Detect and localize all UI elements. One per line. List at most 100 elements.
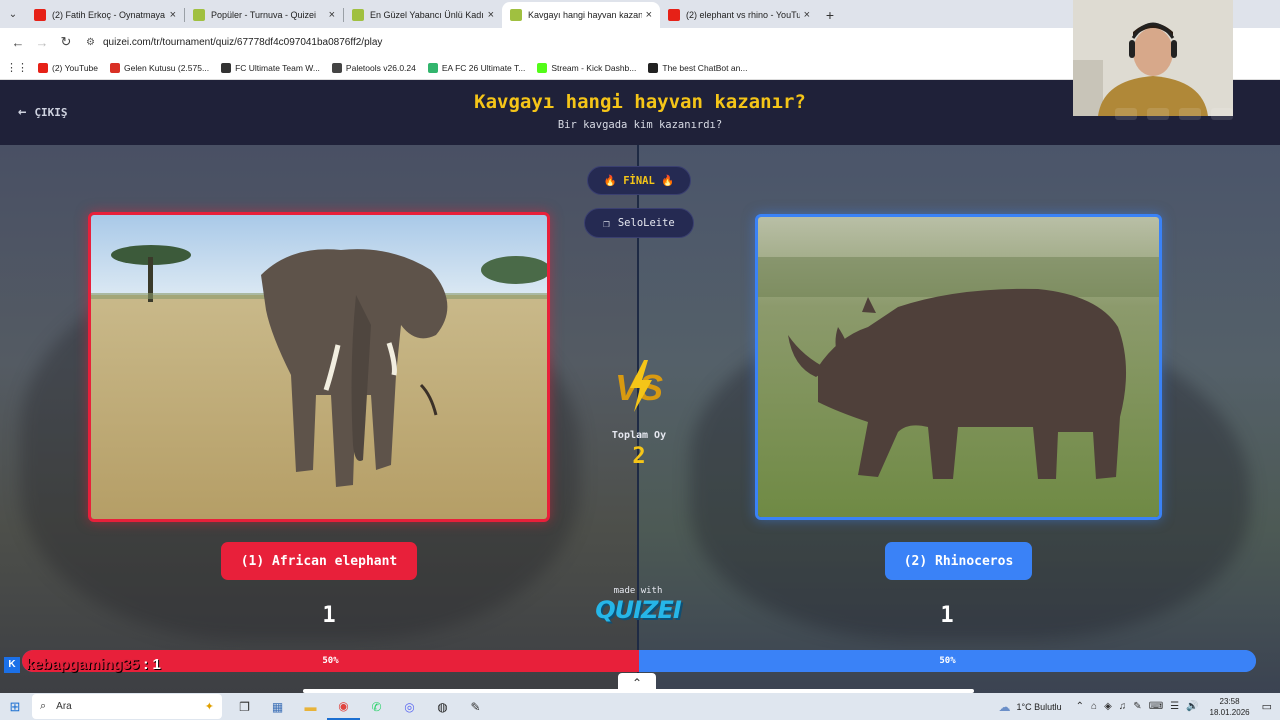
tab-close-icon[interactable]: × [804,9,810,21]
bookmark-item[interactable]: Paletools v26.0.24 [331,62,416,73]
browser-tab[interactable]: Popüler - Turnuva - Quizei × [185,2,343,28]
header-icon[interactable] [1179,108,1201,120]
tab-close-icon[interactable]: × [488,9,494,21]
tab-title: Kavgayı hangi hayvan kazanır? [528,10,642,20]
tray-icon[interactable]: ⌨ [1149,701,1163,712]
tray-icon[interactable]: ♫ [1119,701,1127,712]
bookmark-item[interactable]: The best ChatBot an... [648,62,747,73]
clock-time: 23:58 [1219,696,1240,706]
weather-widget[interactable]: ☁ 1°C Bulutlu [999,700,1062,714]
scroll-up-button[interactable]: ⌃ [618,673,656,693]
quiz-page: ← ÇIKIŞ Kavgayı hangi hayvan kazanır? Bi… [0,80,1280,693]
address-bar[interactable]: ⚙ quizei.com/tr/tournament/quiz/67778df4… [86,37,382,48]
tab-search-menu[interactable]: ⌄ [0,0,26,28]
rhino-image [758,217,1159,517]
user-square-icon: ❐ [603,216,610,230]
stream-chat-overlay: K kebapgaming35 : 1 [4,656,161,673]
tab-list: (2) Fatih Erkoç - Oynatmaya Az × Popüler -… [26,2,818,28]
tray-icon[interactable]: ⌃ [1076,701,1084,712]
discord-icon[interactable]: ◎ [393,693,426,720]
forward-button[interactable]: → [30,30,54,54]
overlay-count: : 1 [143,656,161,673]
bookmark-label: FC Ultimate Team W... [235,62,320,73]
tab-title: Popüler - Turnuva - Quizei [211,10,317,20]
overlay-username: kebapgaming35 [26,656,140,673]
clock-date: 18.01.2026 [1209,707,1250,717]
quizei-logo[interactable]: QUIZEI [588,596,688,624]
bookmark-label: (2) YouTube [52,62,98,73]
clock[interactable]: 23:58 18.01.2026 [1210,696,1250,718]
made-with-label: made with [613,586,663,596]
bookmark-item[interactable]: FC Ultimate Team W... [221,62,320,73]
streamer-webcam-image [1073,0,1233,116]
weather-text: 1°C Bulutlu [1016,701,1062,712]
tray-icon[interactable]: ◈ [1104,701,1112,712]
rhino-percent-bar: 50% [639,650,1256,672]
url-text[interactable]: quizei.com/tr/tournament/quiz/67778df4c0… [103,37,382,48]
rhino-name-button[interactable]: (2) Rhinoceros [885,542,1032,580]
tab-close-icon[interactable]: × [646,9,652,21]
tab-favicon-icon [510,9,522,21]
elephant-image [91,215,547,519]
elephant-vote-count: 1 [322,603,336,628]
bookmark-item[interactable]: (2) YouTube [38,62,98,73]
header-icon[interactable] [1115,108,1137,120]
header-icon[interactable] [1147,108,1169,120]
site-info-icon[interactable]: ⚙ [86,37,95,48]
start-button[interactable]: ⊞ [0,693,30,720]
browser-tab[interactable]: En Güzel Yabancı Ünlü Kadın - T × [344,2,502,28]
obs-icon[interactable]: ◍ [426,693,459,720]
search-placeholder: Ara [56,701,72,712]
browser-tab[interactable]: Kavgayı hangi hayvan kazanır? × [502,2,660,28]
user-badge-name: SeloLeite [617,217,675,229]
bookmark-favicon-icon [427,62,438,73]
elephant-name-button[interactable]: (1) African elephant [221,542,417,580]
task-view-icon[interactable]: ❐ [228,693,261,720]
choice-card-rhino[interactable] [755,214,1162,520]
bookmark-favicon-icon [38,62,48,73]
header-icon[interactable] [1211,108,1233,120]
tab-favicon-icon [193,9,205,21]
bookmark-list: (2) YouTube Gelen Kutusu (2.575... FC Ulti… [26,62,747,73]
copilot-sparkle-icon: ✦ [204,701,214,713]
chrome-icon[interactable]: ◉ [327,693,360,720]
browser-tab[interactable]: (2) elephant vs rhino - YouTube × [660,2,818,28]
bookmark-label: Paletools v26.0.24 [345,62,416,73]
rhino-vote-count: 1 [940,603,954,628]
tab-title: En Güzel Yabancı Ünlü Kadın - T [370,10,484,20]
tab-close-icon[interactable]: × [170,9,176,21]
notepad-icon[interactable]: ✎ [459,693,492,720]
quiz-subtitle: Bir kavgada kim kazanırdı? [557,119,723,131]
total-votes-count: 2 [632,444,646,469]
tray-icon[interactable]: ☰ [1170,701,1179,712]
bookmark-item[interactable]: EA FC 26 Ultimate T... [427,62,526,73]
round-badge: 🔥 FİNAL 🔥 [587,166,691,195]
back-button[interactable]: ← [6,30,30,54]
reload-button[interactable]: ↻ [54,30,78,54]
calculator-icon[interactable]: ▦ [261,693,294,720]
notification-icon[interactable]: ▭ [1262,700,1272,713]
tab-title: (2) elephant vs rhino - YouTube [686,10,800,20]
bookmark-item[interactable]: Stream - Kick Dashb... [537,62,636,73]
apps-grid-icon[interactable]: ⋮⋮ [6,61,28,74]
tray-icon[interactable]: ⌂ [1091,701,1097,712]
rhino-percent-label: 50% [939,656,956,666]
bookmark-favicon-icon [537,62,548,73]
file-explorer-icon[interactable]: ▬ [294,693,327,720]
browser-tab[interactable]: (2) Fatih Erkoç - Oynatmaya Az × [26,2,184,28]
total-votes-label: Toplam Oy [611,430,667,441]
user-badge: ❐ SeloLeite [584,208,694,238]
tray-icon[interactable]: 🔊 [1186,701,1198,712]
kick-icon: K [4,656,20,673]
tab-close-icon[interactable]: × [329,9,335,21]
taskbar-search[interactable]: ⌕ Ara ✦ [32,694,222,719]
whatsapp-icon[interactable]: ✆ [360,693,393,720]
choice-card-elephant[interactable] [88,212,550,522]
bookmark-favicon-icon [648,62,659,73]
cloud-icon: ☁ [998,699,1011,714]
bookmark-item[interactable]: Gelen Kutusu (2.575... [110,62,209,73]
tray-icon[interactable]: ✎ [1133,701,1141,712]
tab-title: (2) Fatih Erkoç - Oynatmaya Az [52,10,166,20]
bookmark-label: EA FC 26 Ultimate T... [441,62,526,73]
new-tab-button[interactable]: + [818,2,842,28]
